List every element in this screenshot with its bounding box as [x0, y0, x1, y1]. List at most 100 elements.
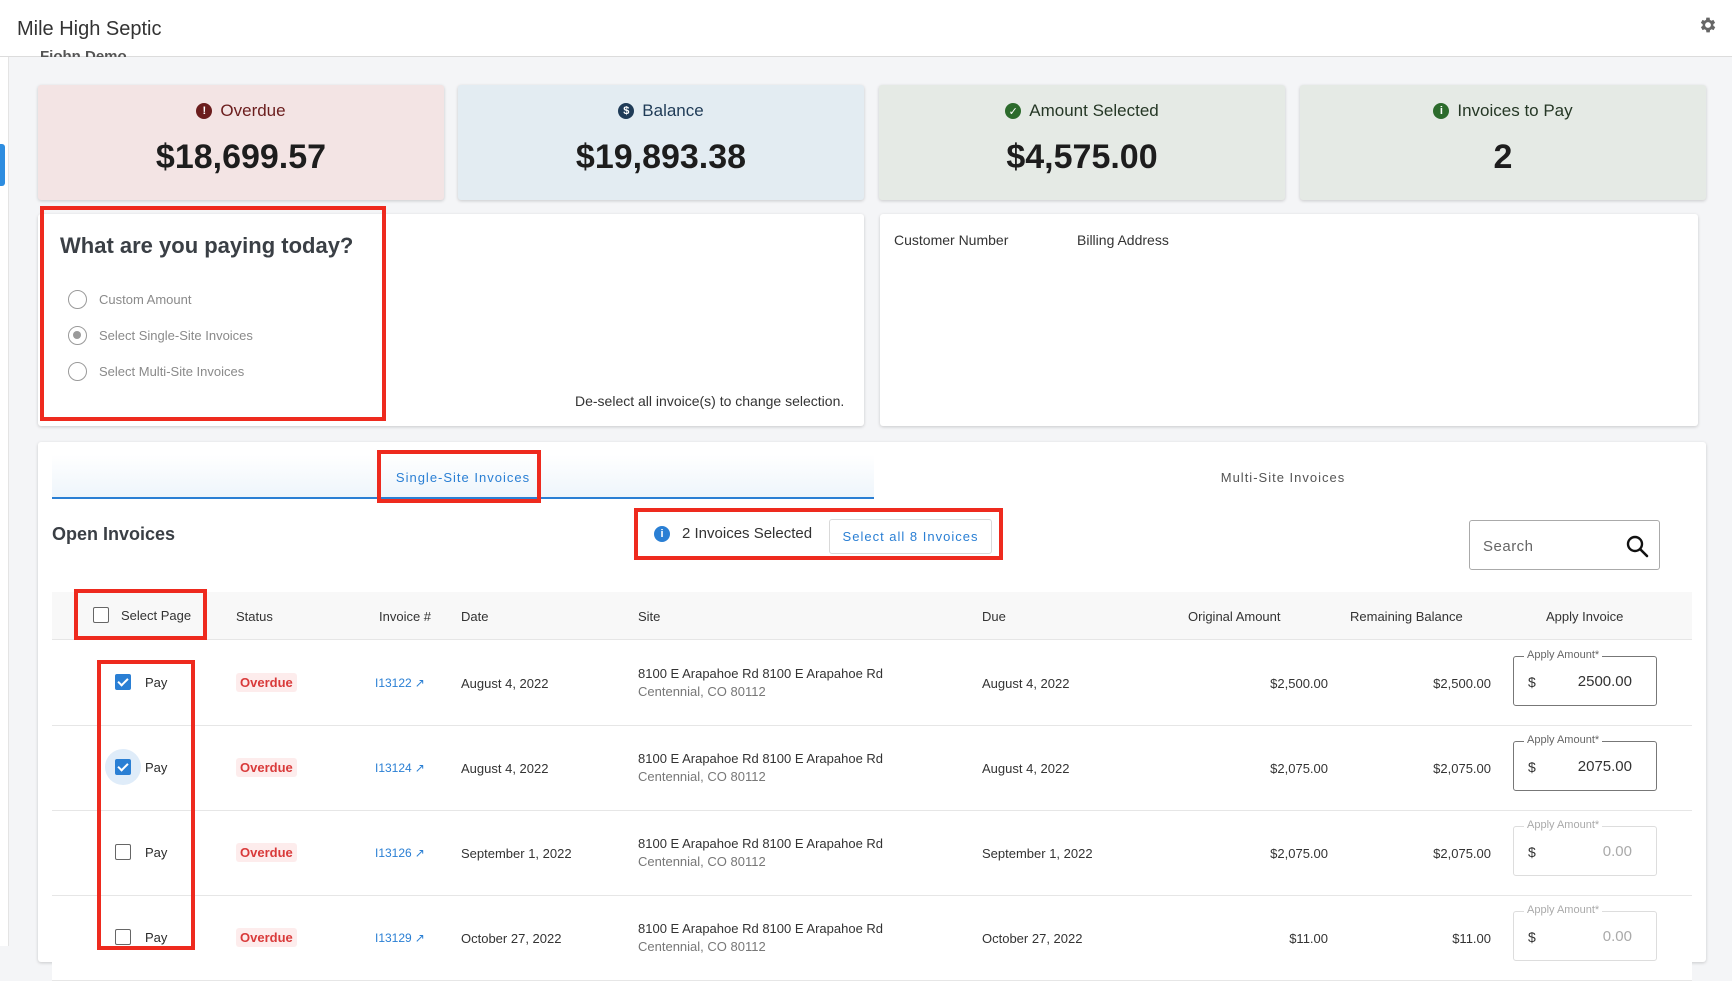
tab-multi-site[interactable]: Multi-Site Invoices [874, 455, 1692, 499]
apply-amount-legend: Apply Amount* [1524, 819, 1603, 831]
remaining-balance: $11.00 [1452, 931, 1491, 946]
invoice-date: October 27, 2022 [461, 931, 562, 946]
apply-amount-field[interactable]: Apply Amount* $ 2500.00 [1513, 649, 1657, 706]
pay-cell[interactable]: Pay [115, 674, 167, 690]
site-address: 8100 E Arapahoe Rd 8100 E Arapahoe Rd [638, 921, 884, 936]
pay-checkbox[interactable] [115, 929, 131, 945]
invoice-link[interactable]: I13126 ↗ [375, 846, 425, 860]
search-icon[interactable] [1625, 534, 1649, 558]
left-rail-active-indicator [0, 144, 5, 186]
original-amount: $11.00 [1289, 931, 1328, 946]
info-icon: i [654, 525, 670, 542]
table-row: Pay Overdue I13124 ↗ August 4, 2022 8100 … [52, 726, 1692, 811]
table-row: Pay Overdue I13122 ↗ August 4, 2022 8100 … [52, 641, 1692, 726]
radio-label: Select Single-Site Invoices [99, 328, 253, 343]
site-city: Centennial, CO 80112 [638, 684, 766, 699]
invoice-number[interactable]: I13124 [375, 761, 412, 775]
radio-button[interactable] [68, 362, 87, 381]
select-page-checkbox[interactable] [93, 607, 109, 623]
select-page-header[interactable]: Select Page [93, 607, 191, 623]
invoices-to-pay-value: 2 [1493, 138, 1513, 176]
original-amount: $2,075.00 [1270, 846, 1328, 861]
radio-multi-site[interactable]: Select Multi-Site Invoices [68, 362, 244, 381]
invoice-link[interactable]: I13122 ↗ [375, 676, 425, 690]
invoice-number[interactable]: I13129 [375, 931, 412, 945]
due-date: September 1, 2022 [982, 846, 1093, 861]
overdue-label: Overdue [220, 101, 286, 120]
apply-amount-value[interactable]: 2500.00 [1578, 673, 1632, 690]
table-header: Select Page Status Invoice # Date Site D… [52, 592, 1692, 640]
column-header-apply-invoice: Apply Invoice [1546, 609, 1624, 624]
customer-number-label: Customer Number [894, 232, 1009, 248]
table-row: Pay Overdue I13129 ↗ October 27, 2022 810… [52, 896, 1692, 981]
column-header-date: Date [461, 609, 489, 624]
apply-amount-value[interactable]: 0.00 [1603, 843, 1632, 860]
status-badge: Overdue [236, 843, 297, 862]
radio-single-site[interactable]: Select Single-Site Invoices [68, 326, 253, 345]
invoice-link[interactable]: I13129 ↗ [375, 931, 425, 945]
pay-checkbox[interactable] [115, 759, 131, 775]
currency-symbol: $ [1528, 759, 1536, 775]
overdue-value: $18,699.57 [155, 138, 327, 176]
select-all-invoices-button[interactable]: Select all 8 Invoices [829, 519, 992, 554]
invoices-to-pay-card: i Invoices to Pay 2 [1300, 85, 1706, 200]
pay-label: Pay [145, 759, 168, 775]
remaining-balance: $2,075.00 [1433, 846, 1491, 861]
due-date: August 4, 2022 [982, 676, 1070, 691]
search-input[interactable]: Search [1469, 520, 1660, 570]
open-invoices-title: Open Invoices [52, 524, 176, 544]
radio-button[interactable] [68, 290, 87, 309]
pay-checkbox[interactable] [115, 844, 131, 860]
currency-symbol: $ [1528, 929, 1536, 945]
amount-selected-card: ✓ Amount Selected $4,575.00 [879, 85, 1285, 200]
original-amount: $2,500.00 [1270, 676, 1328, 691]
external-link-icon: ↗ [414, 931, 425, 945]
status-badge: Overdue [236, 928, 297, 947]
dollar-icon: $ [618, 103, 635, 119]
apply-amount-field[interactable]: Apply Amount* $ 0.00 [1513, 904, 1657, 961]
apply-amount-field[interactable]: Apply Amount* $ 0.00 [1513, 819, 1657, 876]
status-badge: Overdue [236, 673, 297, 692]
balance-card: $ Balance $19,893.38 [458, 85, 864, 200]
due-date: August 4, 2022 [982, 761, 1070, 776]
column-header-remaining-balance: Remaining Balance [1350, 609, 1463, 624]
remaining-balance: $2,075.00 [1433, 761, 1491, 776]
search-placeholder: Search [1483, 538, 1534, 555]
external-link-icon: ↗ [414, 761, 425, 775]
invoice-number[interactable]: I13122 [375, 676, 412, 690]
apply-amount-legend: Apply Amount* [1524, 649, 1603, 661]
remaining-balance: $2,500.00 [1433, 676, 1491, 691]
tab-single-site[interactable]: Single-Site Invoices [52, 455, 874, 499]
app-title: Mile High Septic [17, 18, 162, 40]
amount-selected-value: $4,575.00 [1006, 138, 1158, 176]
balance-label: Balance [642, 101, 704, 120]
currency-symbol: $ [1528, 844, 1536, 860]
pay-cell[interactable]: Pay [115, 929, 167, 945]
invoices-to-pay-label: Invoices to Pay [1457, 101, 1573, 120]
pay-checkbox[interactable] [115, 674, 131, 690]
status-badge: Overdue [236, 758, 297, 777]
currency-symbol: $ [1528, 674, 1536, 690]
site-city: Centennial, CO 80112 [638, 854, 766, 869]
pay-cell[interactable]: Pay [115, 844, 167, 860]
invoices-selected-text: 2 Invoices Selected [682, 525, 813, 542]
invoice-link[interactable]: I13124 ↗ [375, 761, 425, 775]
apply-amount-value[interactable]: 0.00 [1603, 928, 1632, 945]
radio-label: Select Multi-Site Invoices [99, 364, 245, 379]
radio-label: Custom Amount [99, 292, 192, 307]
apply-amount-legend: Apply Amount* [1524, 734, 1603, 746]
invoice-number[interactable]: I13126 [375, 846, 412, 860]
radio-button[interactable] [68, 326, 87, 345]
apply-amount-value[interactable]: 2075.00 [1578, 758, 1632, 775]
column-header-due: Due [982, 609, 1006, 624]
radio-custom-amount[interactable]: Custom Amount [68, 290, 192, 309]
apply-amount-legend: Apply Amount* [1524, 904, 1603, 916]
column-header-invoice: Invoice # [379, 609, 432, 624]
column-header-site: Site [638, 609, 661, 624]
pay-label: Pay [145, 844, 168, 860]
table-row: Pay Overdue I13126 ↗ September 1, 2022 81… [52, 811, 1692, 896]
pay-cell[interactable]: Pay [105, 749, 168, 785]
apply-amount-field[interactable]: Apply Amount* $ 2075.00 [1513, 734, 1657, 791]
gear-icon[interactable] [1698, 15, 1718, 35]
selection-info: i 2 Invoices Selected [654, 525, 812, 542]
